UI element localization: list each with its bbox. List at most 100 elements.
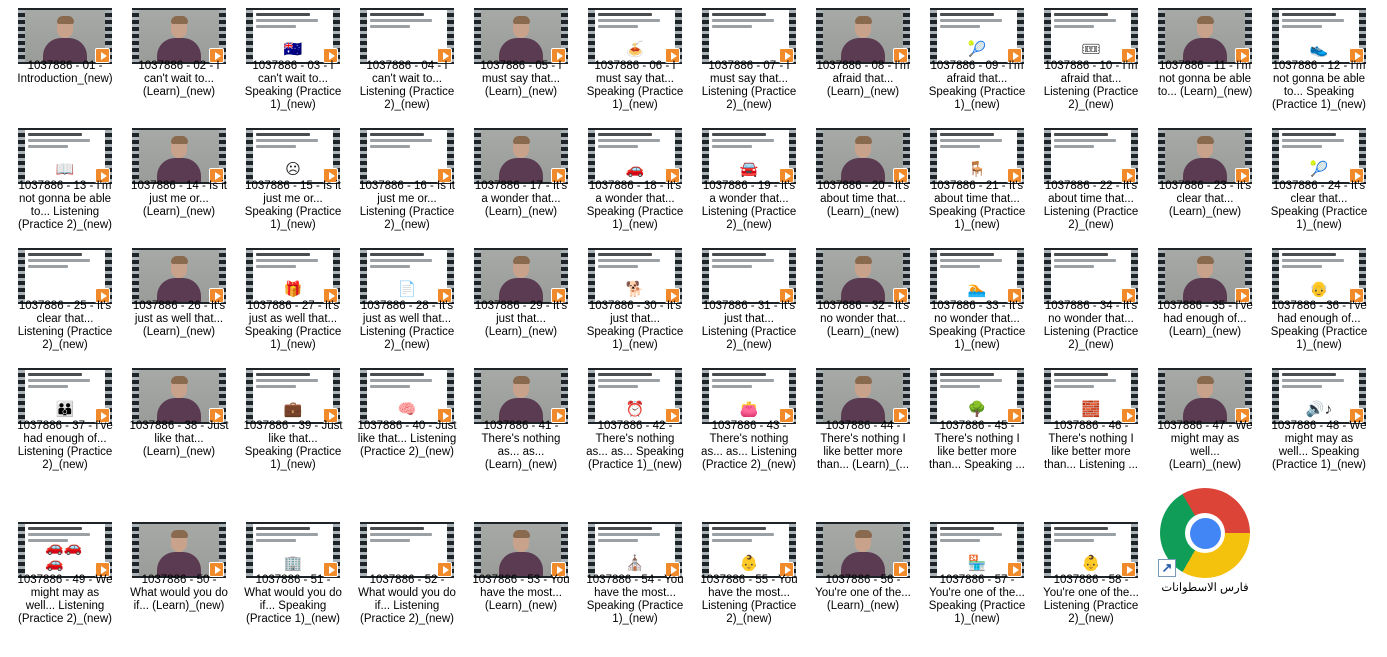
video-thumbnail: ☹ xyxy=(246,128,340,184)
video-file-item[interactable]: 1037886 - 25 - It's clear that... Listen… xyxy=(1,240,115,358)
video-thumbnail: 👛 xyxy=(702,368,796,424)
video-thumbnail: 🏪 xyxy=(930,522,1024,578)
video-file-item[interactable]: 🎟 1037886 - 10 - I'm afraid that... Liste… xyxy=(1027,0,1141,118)
slide-illustration-icon: 🚗🚗🚗 xyxy=(45,539,83,572)
video-thumbnail: 📖 xyxy=(18,128,112,184)
video-file-item[interactable]: 1037886 - 38 - Just like that... (Learn)… xyxy=(115,360,229,478)
video-thumbnail xyxy=(18,8,112,64)
video-file-item[interactable]: 1037886 - 35 - I've had enough of... (Le… xyxy=(1141,240,1255,358)
video-file-item[interactable]: ⛪ 1037886 - 54 - You have the most... Spe… xyxy=(571,514,685,632)
file-name-label: 1037886 - 23 - It's clear that... (Learn… xyxy=(1158,180,1252,218)
video-file-item[interactable]: 1037886 - 17 - It's a wonder that... (Le… xyxy=(457,120,571,238)
slide-illustration-icon: 🚘 xyxy=(739,161,759,178)
video-file-item[interactable]: 1037886 - 53 - You have the most... (Lea… xyxy=(457,514,571,632)
video-file-item[interactable]: 1037886 - 41 - There's nothing as... as.… xyxy=(457,360,571,478)
video-thumbnail xyxy=(816,522,910,578)
video-file-item[interactable]: 💼 1037886 - 39 - Just like that... Speaki… xyxy=(229,360,343,478)
video-thumbnail: 👴 xyxy=(1272,248,1366,304)
file-name-label: 1037886 - 41 - There's nothing as... as.… xyxy=(481,420,561,471)
video-file-item[interactable]: 🍝 1037886 - 06 - I must say that... Speak… xyxy=(571,0,685,118)
video-file-item[interactable]: 1037886 - 56 - You're one of the... (Lea… xyxy=(799,514,913,632)
video-file-item[interactable]: 1037886 - 23 - It's clear that... (Learn… xyxy=(1141,120,1255,238)
slide-illustration-icon: ☹ xyxy=(285,161,301,178)
file-name-label: 1037886 - 17 - It's a wonder that... (Le… xyxy=(474,180,568,218)
video-file-item[interactable]: 👟 1037886 - 12 - I'm not gonna be able to… xyxy=(1255,0,1369,118)
video-file-item[interactable]: 1037886 - 05 - I must say that... (Learn… xyxy=(457,0,571,118)
file-name-label: 1037886 - 45 - There's nothing I like be… xyxy=(929,420,1025,471)
video-file-item[interactable]: 🎾 1037886 - 09 - I'm afraid that... Speak… xyxy=(913,0,1027,118)
file-name-label: 1037886 - 57 - You're one of the... Spea… xyxy=(928,574,1026,625)
video-file-item[interactable]: 🔊♪ 1037886 - 48 - We might may as well...… xyxy=(1255,360,1369,478)
video-file-item[interactable]: 🧠 1037886 - 40 - Just like that... Listen… xyxy=(343,360,457,478)
video-file-item[interactable]: 1037886 - 26 - It's just as well that...… xyxy=(115,240,229,358)
video-file-item[interactable]: 🐕 1037886 - 30 - It's just that... Speaki… xyxy=(571,240,685,358)
video-file-item[interactable]: ⏰ 1037886 - 42 - There's nothing as... as… xyxy=(571,360,685,478)
video-file-item[interactable]: 1037886 - 04 - I can't wait to... Listen… xyxy=(343,0,457,118)
video-thumbnail xyxy=(816,128,910,184)
video-file-item[interactable]: 1037886 - 50 - What would you do if... (… xyxy=(115,514,229,632)
video-file-item[interactable]: 🎁 1037886 - 27 - It's just as well that..… xyxy=(229,240,343,358)
video-file-item[interactable]: 📖 1037886 - 13 - I'm not gonna be able to… xyxy=(1,120,115,238)
file-name-label: 1037886 - 46 - There's nothing I like be… xyxy=(1044,420,1138,471)
video-file-item[interactable]: 🇦🇺 1037886 - 03 - I can't wait to... Spea… xyxy=(229,0,343,118)
slide-illustration-icon: ⛪ xyxy=(625,555,645,572)
video-file-item[interactable]: 🚗 1037886 - 18 - It's a wonder that... Sp… xyxy=(571,120,685,238)
file-name-label: 1037886 - 47 - We might may as well... (… xyxy=(1157,420,1253,471)
video-file-item[interactable]: 🚘 1037886 - 19 - It's a wonder that... Li… xyxy=(685,120,799,238)
file-name-label: 1037886 - 11 - I'm not gonna be able to.… xyxy=(1157,60,1253,98)
video-file-item[interactable]: 1037886 - 32 - It's no wonder that... (L… xyxy=(799,240,913,358)
file-name-label: 1037886 - 16 - Is it just me or... Liste… xyxy=(359,180,455,231)
file-name-label: 1037886 - 42 - There's nothing as... as.… xyxy=(586,420,684,471)
video-thumbnail xyxy=(1158,368,1252,424)
video-file-item[interactable]: 1037886 - 07 - I must say that... Listen… xyxy=(685,0,799,118)
video-thumbnail: 🎟 xyxy=(1044,8,1138,64)
video-file-item[interactable]: 1037886 - 11 - I'm not gonna be able to.… xyxy=(1141,0,1255,118)
video-thumbnail: 🐕 xyxy=(588,248,682,304)
video-file-item[interactable]: 1037886 - 31 - It's just that... Listeni… xyxy=(685,240,799,358)
video-thumbnail: 👶 xyxy=(702,522,796,578)
video-file-item[interactable]: 📄 1037886 - 28 - It's just as well that..… xyxy=(343,240,457,358)
slide-illustration-icon: 💼 xyxy=(283,401,303,418)
video-file-item[interactable]: ☹ 1037886 - 15 - Is it just me or... Spea… xyxy=(229,120,343,238)
chrome-shortcut[interactable]: ↗ فارس الاسطوانات xyxy=(1150,483,1260,603)
file-name-label: 1037886 - 54 - You have the most... Spea… xyxy=(586,574,684,625)
file-name-label: 1037886 - 22 - It's about time that... L… xyxy=(1043,180,1139,231)
video-file-item[interactable]: 1037886 - 47 - We might may as well... (… xyxy=(1141,360,1255,478)
video-file-item[interactable]: 🏢 1037886 - 51 - What would you do if... … xyxy=(229,514,343,632)
video-file-item[interactable]: 🪑 1037886 - 21 - It's about time that... … xyxy=(913,120,1027,238)
video-file-item[interactable]: 🎾 1037886 - 24 - It's clear that... Speak… xyxy=(1255,120,1369,238)
file-name-label: 1037886 - 56 - You're one of the... (Lea… xyxy=(815,574,911,612)
video-thumbnail xyxy=(132,368,226,424)
video-thumbnail: 🧱 xyxy=(1044,368,1138,424)
slide-illustration-icon: 📖 xyxy=(55,161,75,178)
video-thumbnail: 💼 xyxy=(246,368,340,424)
video-thumbnail xyxy=(474,128,568,184)
video-file-item[interactable]: 🚗🚗🚗 1037886 - 49 - We might may as well..… xyxy=(1,514,115,632)
video-file-item[interactable]: 👛 1037886 - 43 - There's nothing as... as… xyxy=(685,360,799,478)
video-thumbnail xyxy=(132,128,226,184)
video-file-item[interactable]: 👴 1037886 - 36 - I've had enough of... Sp… xyxy=(1255,240,1369,358)
video-file-item[interactable]: 🏊 1037886 - 33 - It's no wonder that... S… xyxy=(913,240,1027,358)
video-file-item[interactable]: 👪 1037886 - 37 - I've had enough of... Li… xyxy=(1,360,115,478)
video-file-item[interactable]: 1037886 - 22 - It's about time that... L… xyxy=(1027,120,1141,238)
video-file-item[interactable]: 1037886 - 14 - Is it just me or... (Lear… xyxy=(115,120,229,238)
file-name-label: 1037886 - 50 - What would you do if... (… xyxy=(130,574,228,612)
video-file-item[interactable]: 1037886 - 16 - Is it just me or... Liste… xyxy=(343,120,457,238)
video-file-item[interactable]: 1037886 - 29 - It's just that... (Learn)… xyxy=(457,240,571,358)
video-file-item[interactable]: 1037886 - 20 - It's about time that... (… xyxy=(799,120,913,238)
video-thumbnail xyxy=(702,8,796,64)
video-file-item[interactable]: 1037886 - 52 - What would you do if... L… xyxy=(343,514,457,632)
video-file-item[interactable]: 🏪 1037886 - 57 - You're one of the... Spe… xyxy=(913,514,1027,632)
video-file-item[interactable]: 1037886 - 02 - I can't wait to... (Learn… xyxy=(115,0,229,118)
video-thumbnail xyxy=(474,522,568,578)
slide-illustration-icon: 🍝 xyxy=(625,41,645,58)
video-file-item[interactable]: 👶 1037886 - 58 - You're one of the... Lis… xyxy=(1027,514,1141,632)
video-file-item[interactable]: 🧱 1037886 - 46 - There's nothing I like b… xyxy=(1027,360,1141,478)
video-file-item[interactable]: 👶 1037886 - 55 - You have the most... Lis… xyxy=(685,514,799,632)
video-thumbnail xyxy=(1158,8,1252,64)
video-file-item[interactable]: 🌳 1037886 - 45 - There's nothing I like b… xyxy=(913,360,1027,478)
video-file-item[interactable]: 1037886 - 44 - There's nothing I like be… xyxy=(799,360,913,478)
video-file-item[interactable]: 1037886 - 01 - Introduction_(new) xyxy=(1,0,115,118)
video-file-item[interactable]: 1037886 - 34 - It's no wonder that... Li… xyxy=(1027,240,1141,358)
video-file-item[interactable]: 1037886 - 08 - I'm afraid that... (Learn… xyxy=(799,0,913,118)
